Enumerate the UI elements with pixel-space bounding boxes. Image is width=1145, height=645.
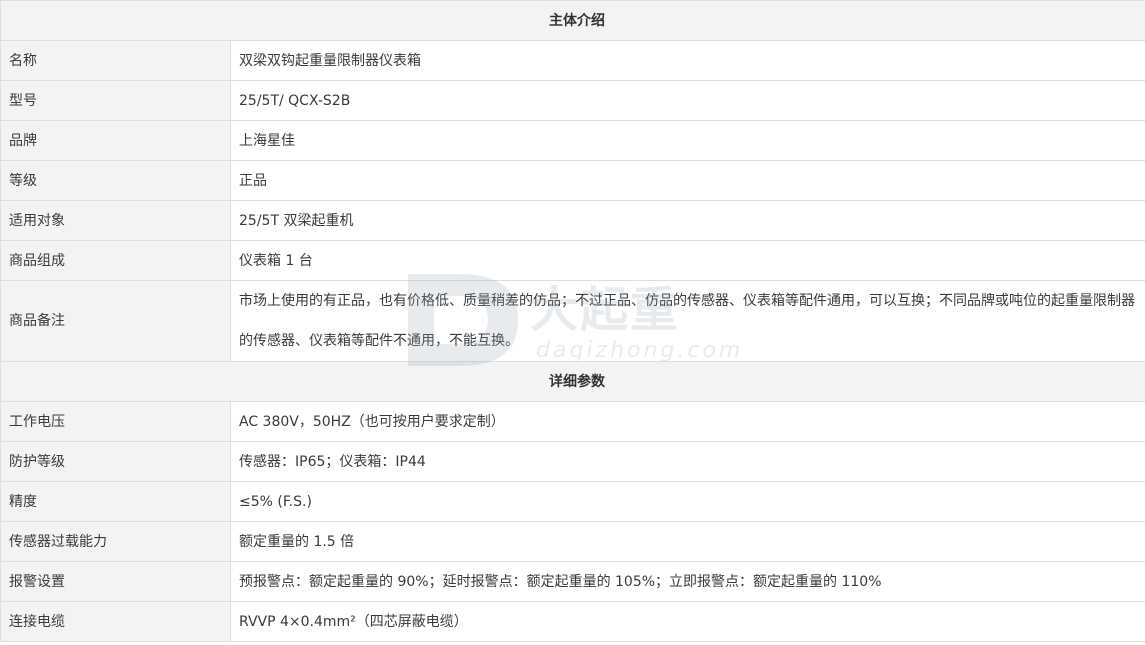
section-header-row: 主体介绍	[0, 0, 1145, 41]
spec-value: 传感器：IP65；仪表箱：IP44	[230, 441, 1145, 482]
spec-label: 商品组成	[0, 240, 231, 281]
spec-label: 等级	[0, 160, 231, 201]
spec-row-applicable: 适用对象 25/5T 双梁起重机	[0, 200, 1145, 241]
spec-row-composition: 商品组成 仪表箱 1 台	[0, 240, 1145, 281]
spec-label: 工作电压	[0, 401, 231, 442]
spec-label: 连接电缆	[0, 601, 231, 642]
spec-value: RVVP 4×0.4mm²（四芯屏蔽电缆）	[230, 601, 1145, 642]
spec-row-cable: 连接电缆 RVVP 4×0.4mm²（四芯屏蔽电缆）	[0, 601, 1145, 642]
spec-value: 正品	[230, 160, 1145, 201]
spec-row-overload: 传感器过载能力 额定重量的 1.5 倍	[0, 521, 1145, 562]
section-title: 详细参数	[0, 361, 1145, 402]
spec-label: 精度	[0, 481, 231, 522]
section-header-row: 详细参数	[0, 361, 1145, 402]
spec-row-model: 型号 25/5T/ QCX-S2B	[0, 80, 1145, 121]
spec-value: 仪表箱 1 台	[230, 240, 1145, 281]
spec-value: 双梁双钩起重量限制器仪表箱	[230, 40, 1145, 81]
spec-row-remarks: 商品备注 市场上使用的有正品，也有价格低、质量稍差的仿品；不过正品、仿品的传感器…	[0, 280, 1145, 362]
spec-label: 适用对象	[0, 200, 231, 241]
spec-value: 预报警点：额定起重量的 90%；延时报警点：额定起重量的 105%；立即报警点：…	[230, 561, 1145, 602]
spec-value: 市场上使用的有正品，也有价格低、质量稍差的仿品；不过正品、仿品的传感器、仪表箱等…	[230, 280, 1145, 362]
spec-row-accuracy: 精度 ≤5% (F.S.)	[0, 481, 1145, 522]
spec-value: 25/5T/ QCX-S2B	[230, 80, 1145, 121]
spec-label: 型号	[0, 80, 231, 121]
spec-row-grade: 等级 正品	[0, 160, 1145, 201]
spec-label: 防护等级	[0, 441, 231, 482]
spec-label: 商品备注	[0, 280, 231, 362]
spec-row-alarm: 报警设置 预报警点：额定起重量的 90%；延时报警点：额定起重量的 105%；立…	[0, 561, 1145, 602]
spec-label: 传感器过载能力	[0, 521, 231, 562]
spec-label: 品牌	[0, 120, 231, 161]
spec-row-name: 名称 双梁双钩起重量限制器仪表箱	[0, 40, 1145, 81]
spec-row-protection: 防护等级 传感器：IP65；仪表箱：IP44	[0, 441, 1145, 482]
spec-row-voltage: 工作电压 AC 380V，50HZ（也可按用户要求定制）	[0, 401, 1145, 442]
spec-row-brand: 品牌 上海星佳	[0, 120, 1145, 161]
spec-label: 名称	[0, 40, 231, 81]
spec-value: 额定重量的 1.5 倍	[230, 521, 1145, 562]
product-spec-table: 主体介绍 名称 双梁双钩起重量限制器仪表箱 型号 25/5T/ QCX-S2B …	[0, 0, 1145, 642]
spec-value: 25/5T 双梁起重机	[230, 200, 1145, 241]
spec-value: ≤5% (F.S.)	[230, 481, 1145, 522]
spec-value: AC 380V，50HZ（也可按用户要求定制）	[230, 401, 1145, 442]
spec-label: 报警设置	[0, 561, 231, 602]
spec-value: 上海星佳	[230, 120, 1145, 161]
section-title: 主体介绍	[0, 0, 1145, 41]
